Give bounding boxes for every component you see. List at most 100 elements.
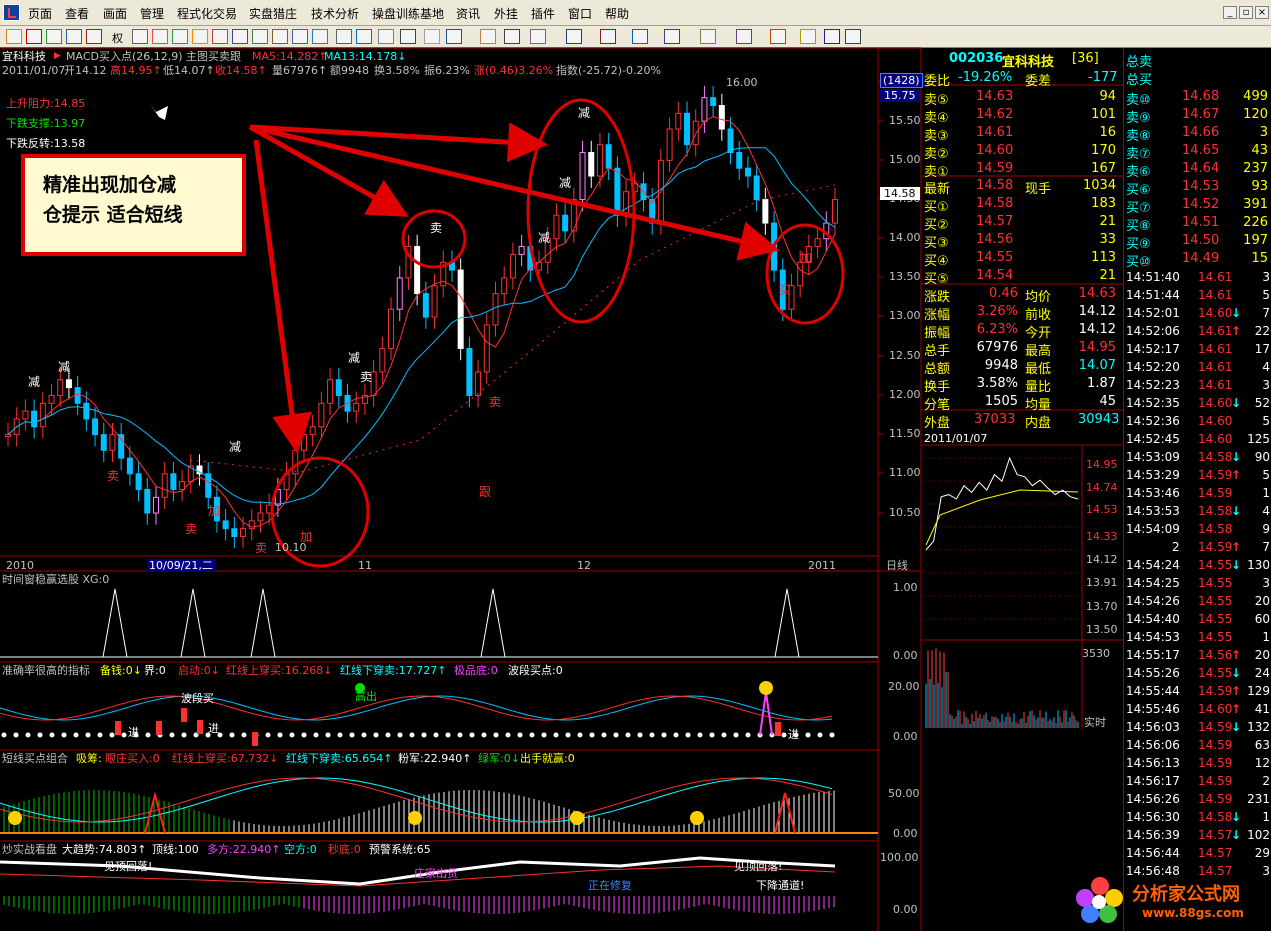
level-price: 14.56	[976, 232, 1013, 247]
tick-time: 14:53:46	[1126, 486, 1180, 500]
pane2-dot	[434, 733, 439, 738]
pane2-dot	[290, 733, 295, 738]
pane2-dot	[470, 733, 475, 738]
quote-level[interactable]: 买⑤ 14.54 21	[921, 267, 1123, 285]
tick-row: 14:52:45 14.60 125	[1124, 430, 1271, 448]
period-daily[interactable]: 日线	[886, 559, 908, 572]
depth-level[interactable]: 卖⑥ 14.64 237	[1124, 159, 1271, 177]
depth-volume: 237	[1236, 161, 1268, 176]
pane2-dot	[674, 733, 679, 738]
tick-price: 14.58	[1198, 504, 1232, 518]
pane2-bar	[197, 720, 203, 734]
stat-value-2: 14.07	[1071, 358, 1116, 373]
depth-level[interactable]: 买⑨ 14.50 197	[1124, 231, 1271, 249]
depth-price: 14.65	[1182, 143, 1219, 158]
quote-stat-row: 总额 9948 最低 14.07	[921, 357, 1123, 375]
candle-body	[223, 521, 228, 529]
depth-volume: 197	[1236, 233, 1268, 248]
stat-value: 3.58%	[976, 376, 1018, 391]
candle-body	[493, 294, 498, 325]
candle-body	[432, 286, 437, 317]
candle-body	[328, 380, 333, 404]
stat-value-2: 14.12	[1071, 304, 1116, 319]
quote-level[interactable]: 卖④ 14.62 101	[921, 106, 1123, 124]
candle-body	[6, 435, 11, 437]
watermark-url: www.88gs.com	[1142, 906, 1244, 920]
quote-level[interactable]: 买① 14.58 183	[921, 195, 1123, 213]
level-volume: 170	[1086, 143, 1116, 158]
depth-level[interactable]: 买⑦ 14.52 391	[1124, 195, 1271, 213]
tick-time: 14:56:13	[1126, 756, 1180, 770]
tick-price: 14.57	[1198, 828, 1232, 842]
candle-body	[397, 278, 402, 309]
smiley-icon	[408, 811, 422, 825]
annotation-arrow	[256, 140, 296, 444]
pane2-dot	[446, 733, 451, 738]
level-price: 14.55	[976, 250, 1013, 265]
pane2-f2: 启动:0↓	[178, 664, 220, 677]
pane2-line-blue	[0, 696, 832, 720]
candle-body	[93, 419, 98, 435]
tick-price: 14.59	[1198, 792, 1232, 806]
pane2-dot	[782, 733, 787, 738]
candle-body	[589, 153, 594, 177]
date-12: 12	[577, 559, 591, 572]
candle-body	[597, 145, 602, 176]
depth-level[interactable]: 卖⑩ 14.68 499	[1124, 87, 1271, 105]
tick-price: 14.61	[1198, 288, 1232, 302]
tick-row: 14:53:53 14.58 ↓ 4	[1124, 502, 1271, 520]
quote-level[interactable]: 买② 14.57 21	[921, 213, 1123, 231]
depth-level[interactable]: 卖⑦ 14.65 43	[1124, 141, 1271, 159]
pane2-bar	[181, 708, 187, 722]
pane2-dot	[614, 733, 619, 738]
pane2-dot	[410, 733, 415, 738]
pane4-label-dealer: 庄家出货	[414, 867, 458, 880]
trade-signal-label: 减	[538, 232, 550, 245]
depth-level[interactable]: 卖⑧ 14.66 3	[1124, 123, 1271, 141]
tick-time: 14:54:53	[1126, 630, 1180, 644]
tick-volume: 24	[1238, 666, 1270, 680]
quote-level[interactable]: 卖① 14.59 167	[921, 160, 1123, 178]
depth-level[interactable]: 买⑥ 14.53 93	[1124, 177, 1271, 195]
trade-signal-label: 减	[28, 376, 40, 389]
intraday-realtime[interactable]: 实时	[1084, 716, 1106, 729]
trade-signal-label: 卖	[107, 470, 119, 483]
tick-time: 14:52:20	[1126, 360, 1180, 374]
pane4-label-top2: 见顶回落!	[734, 860, 782, 873]
tick-row: 14:56:13 14.59 12	[1124, 754, 1271, 772]
tick-volume: 132	[1238, 720, 1270, 734]
tick-volume: 2	[1238, 774, 1270, 788]
pane2-dot	[146, 733, 151, 738]
depth-level[interactable]: 买⑩ 14.49 15	[1124, 249, 1271, 267]
quote-level[interactable]: 买③ 14.56 33	[921, 231, 1123, 249]
candle-body	[737, 153, 742, 169]
quote-level[interactable]: 卖② 14.60 170	[921, 142, 1123, 160]
pane2-dot	[62, 733, 67, 738]
quote-level[interactable]: 买④ 14.55 113	[921, 249, 1123, 267]
tick-volume: 1	[1238, 630, 1270, 644]
level-price: 14.61	[976, 125, 1013, 140]
candle-body	[162, 474, 167, 498]
pane2-dot	[554, 733, 559, 738]
tick-price: 14.55	[1198, 612, 1232, 626]
candle-body	[615, 168, 620, 215]
trade-signal-label: 跟	[479, 486, 491, 499]
depth-level[interactable]: 卖⑨ 14.67 120	[1124, 105, 1271, 123]
quote-level[interactable]: 卖⑤ 14.63 94	[921, 88, 1123, 106]
quote-level[interactable]: 卖③ 14.61 16	[921, 124, 1123, 142]
depth-level[interactable]: 买⑧ 14.51 226	[1124, 213, 1271, 231]
pane2-dot	[506, 733, 511, 738]
quote-stat-row: 振幅 6.23% 今开 14.12	[921, 321, 1123, 339]
pane4-f2: 多方:22.940↑	[207, 843, 280, 856]
pane2-dot	[650, 733, 655, 738]
price-axis-tick: 11.50	[889, 427, 921, 440]
watermark-name: 分析家公式网	[1132, 880, 1240, 906]
pane3-spike	[775, 793, 795, 833]
tick-price: 14.59	[1198, 468, 1232, 482]
intraday-axis-tick: 13.91	[1086, 576, 1118, 589]
quote-code: 002036	[949, 51, 1003, 66]
quote-stat-row: 换手 3.58% 量比 1.87	[921, 375, 1123, 393]
candle-body	[719, 106, 724, 130]
candle-body	[319, 403, 324, 427]
candle-body	[32, 411, 37, 427]
